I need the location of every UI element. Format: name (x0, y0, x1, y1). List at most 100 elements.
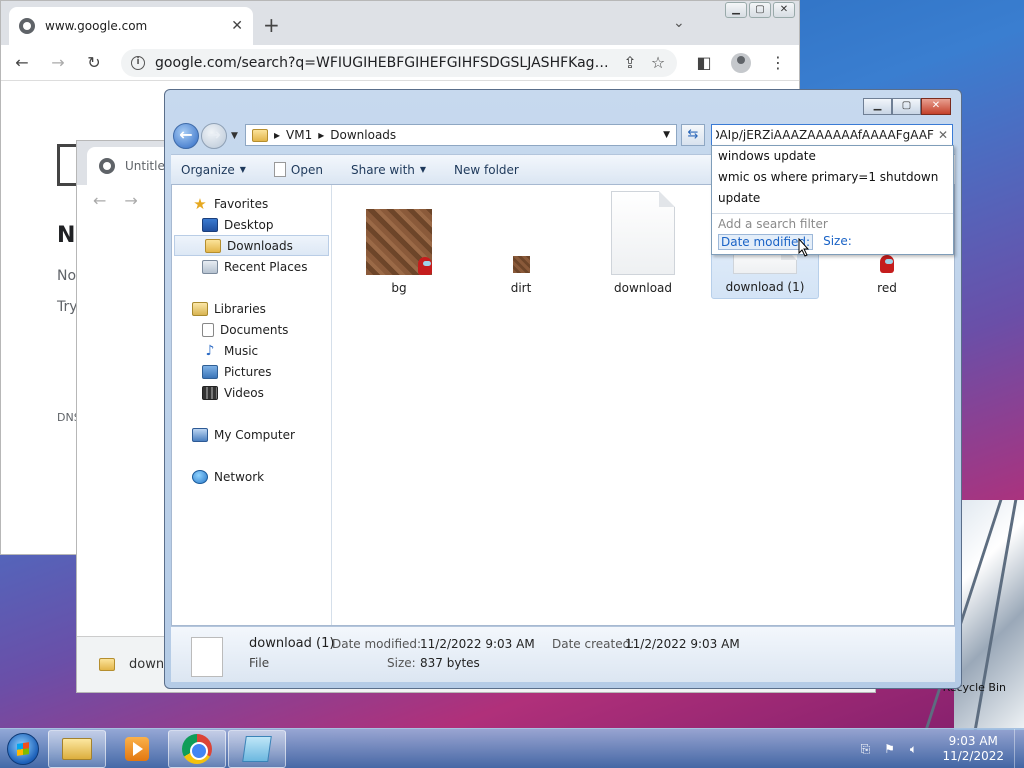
offline-dino-icon (57, 144, 77, 186)
share-icon[interactable]: ⇪ (621, 53, 639, 72)
address-dropdown-icon[interactable]: ▼ (663, 130, 670, 140)
error-heading: N (57, 223, 76, 248)
nav-label: Videos (224, 385, 264, 400)
nav-favorites[interactable]: ★ Favorites (172, 193, 331, 214)
nav-desktop[interactable]: Desktop (172, 214, 331, 235)
nav-documents[interactable]: Documents (172, 319, 331, 340)
minimize-button[interactable]: ▁ (725, 2, 747, 18)
mouse-cursor-icon (798, 237, 810, 260)
desktop-icon (202, 217, 218, 232)
share-with-button[interactable]: Share with ▼ (351, 163, 426, 177)
file-item-download[interactable]: download (589, 189, 697, 299)
refresh-button[interactable]: ⇆ (681, 124, 705, 146)
maximize-button[interactable]: ▢ (892, 98, 921, 115)
omnibox-url[interactable]: google.com/search?q=WFIUGIHEBFGIHEFGIHFS… (155, 55, 611, 71)
forward-button[interactable]: → (201, 123, 227, 149)
taskbar-media-player[interactable] (108, 730, 166, 768)
site-info-icon[interactable]: i (131, 55, 145, 70)
recent-pages-chevron-icon[interactable]: ▼ (231, 131, 238, 141)
file-item-bg[interactable]: bg (345, 189, 453, 299)
maximize-button[interactable]: ▢ (749, 2, 771, 18)
bookmark-star-icon[interactable]: ☆ (649, 53, 667, 72)
action-center-flag-icon[interactable]: ⚑ (882, 742, 896, 756)
nav-libraries[interactable]: Libraries (172, 298, 331, 319)
show-desktop-button[interactable] (1014, 729, 1024, 768)
size-label: Size: (387, 656, 416, 670)
nav-recent-places[interactable]: Recent Places (172, 256, 331, 277)
chrome-tab-strip: www.google.com ✕ + ⌄ ▁ ▢ ✕ (1, 1, 799, 45)
chevron-down-icon: ▼ (419, 165, 427, 174)
nav-my-computer[interactable]: My Computer (172, 424, 331, 445)
suggestion-item[interactable]: update (712, 188, 953, 209)
download-item[interactable]: downl (129, 657, 168, 672)
back-arrow-icon[interactable]: ← (13, 53, 31, 72)
red-crewmate-icon (880, 255, 894, 273)
nav-pictures[interactable]: Pictures (172, 361, 331, 382)
file-icon (273, 162, 286, 177)
nav-label: Downloads (227, 238, 293, 253)
close-tab-icon[interactable]: ✕ (231, 18, 243, 34)
volume-icon[interactable]: 🔈︎ (906, 742, 920, 756)
suggestion-item[interactable]: wmic os where primary=1 shutdown (712, 167, 953, 188)
taskbar-explorer[interactable] (48, 729, 106, 768)
profile-avatar-icon[interactable] (731, 52, 751, 73)
breadcrumb-chevron-icon[interactable]: ▸ (318, 128, 324, 142)
desktop-wallpaper-bridge (954, 500, 1024, 730)
blank-file-icon (611, 191, 675, 275)
file-name: red (877, 281, 897, 295)
open-button[interactable]: Open (273, 162, 323, 177)
side-panel-icon[interactable]: ◧ (695, 53, 713, 72)
nav-network[interactable]: Network (172, 466, 331, 487)
start-button[interactable] (0, 729, 46, 768)
taskbar-chrome[interactable] (168, 729, 226, 768)
clear-search-icon[interactable]: ✕ (938, 128, 948, 142)
forward-arrow-icon[interactable]: → (124, 191, 137, 210)
taskbar-notepad[interactable] (228, 729, 286, 768)
file-item-dirt[interactable]: dirt (467, 189, 575, 299)
navigation-pane: ★ Favorites Desktop Downloads Recent Plac… (172, 185, 332, 625)
date-created-label: Date created: (552, 637, 635, 651)
nav-label: Network (214, 469, 265, 484)
nav-label: Desktop (224, 217, 274, 232)
nav-videos[interactable]: Videos (172, 382, 331, 403)
new-tab-button[interactable]: + (263, 13, 280, 37)
breadcrumb-chevron-icon[interactable]: ▸ (274, 128, 280, 142)
reload-icon[interactable]: ↻ (85, 53, 103, 72)
search-input[interactable]: DAIp/jERZiAAAZAAAAAAfAAAAFgAAF (716, 128, 934, 142)
chrome-icon (182, 733, 212, 764)
forward-arrow-icon[interactable]: → (49, 53, 67, 72)
breadcrumb-downloads[interactable]: Downloads (330, 128, 396, 142)
libraries-icon (192, 301, 208, 316)
minimize-button[interactable]: ▁ (863, 98, 892, 115)
system-tray: ⎘ ⚑ 🔈︎ 9:03 AM 11/2/2022 (858, 729, 1024, 768)
new-folder-button[interactable]: New folder (454, 163, 519, 177)
new-folder-label: New folder (454, 162, 519, 177)
omnibox[interactable]: i google.com/search?q=WFIUGIHEBFGIHEFGIH… (121, 48, 677, 77)
selected-file-type: File (249, 656, 270, 670)
address-bar[interactable]: ▸ VM1 ▸ Downloads ▼ (245, 124, 677, 146)
nav-music[interactable]: ♪ Music (172, 340, 331, 361)
search-filter-hint: Add a search filter (718, 217, 828, 231)
back-arrow-icon[interactable]: ← (93, 191, 106, 210)
clock[interactable]: 9:03 AM 11/2/2022 (942, 734, 1004, 764)
folder-icon (252, 128, 268, 142)
chrome-tab[interactable]: www.google.com ✕ (9, 7, 253, 45)
chrome-tab-title: www.google.com (45, 19, 148, 33)
clock-date: 11/2/2022 (942, 749, 1004, 763)
menu-kebab-icon[interactable]: ⋮ (769, 53, 787, 72)
dirt-block-thumbnail (512, 256, 530, 273)
breadcrumb-vm1[interactable]: VM1 (286, 128, 312, 142)
size-filter[interactable]: Size: (823, 234, 852, 250)
tab-search-chevron-icon[interactable]: ⌄ (673, 15, 685, 31)
organize-button[interactable]: Organize ▼ (181, 163, 246, 177)
search-box[interactable]: DAIp/jERZiAAAZAAAAAAfAAAAFgAAF ✕ (711, 124, 953, 146)
error-text: No (57, 268, 77, 284)
suggestion-item[interactable]: windows update (712, 146, 953, 167)
close-button[interactable]: ✕ (773, 2, 795, 18)
back-button[interactable]: ← (173, 123, 199, 149)
nav-label: Documents (220, 322, 289, 337)
nav-downloads[interactable]: Downloads (174, 235, 329, 256)
close-button[interactable]: ✕ (921, 98, 951, 115)
network-tray-icon[interactable]: ⎘ (858, 742, 872, 756)
clock-time: 9:03 AM (948, 734, 998, 748)
